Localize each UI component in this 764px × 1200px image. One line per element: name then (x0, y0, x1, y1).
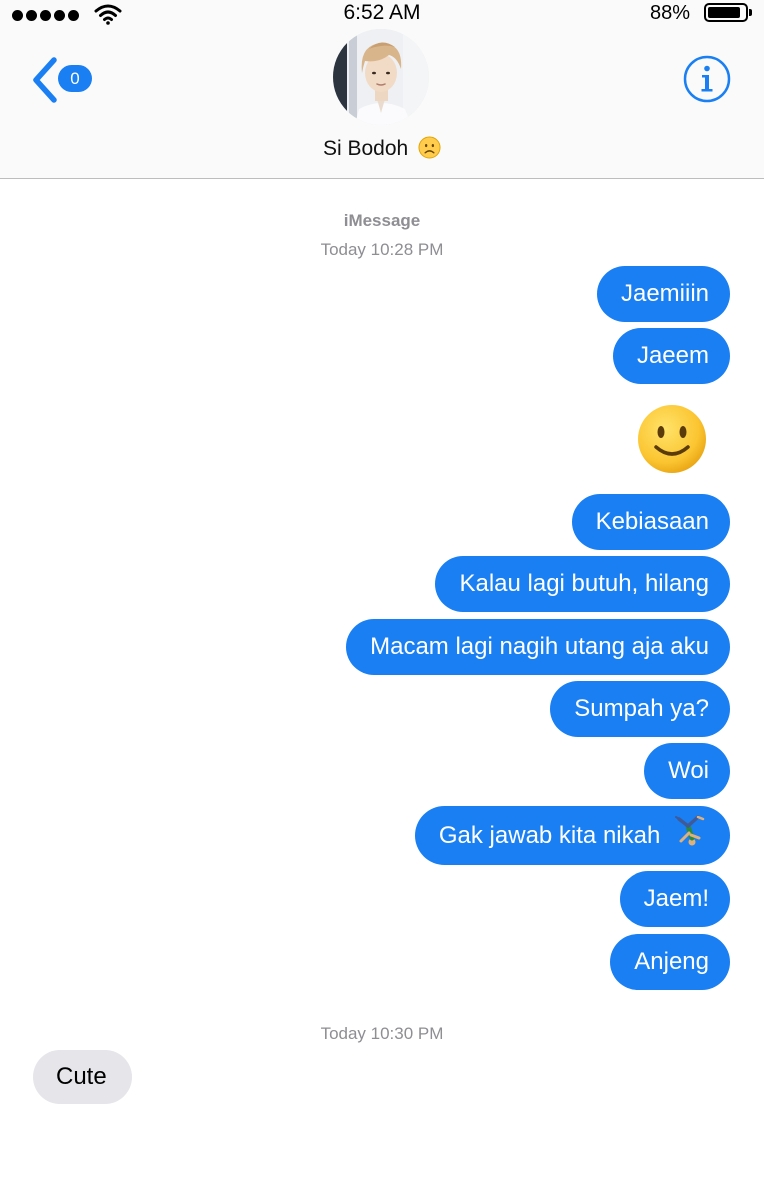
back-button[interactable]: 0 (28, 56, 98, 104)
sent-message-bubble[interactable]: Macam lagi nagih utang aja aku (346, 619, 730, 675)
conversation-header: 6:52 AM 88% 0 Si Bodoh (0, 0, 764, 179)
sent-message-bubble[interactable]: Kalau lagi butuh, hilang (435, 556, 730, 612)
contact-name[interactable]: Si Bodoh (0, 136, 764, 165)
sent-message-bubble[interactable]: Kebiasaan (571, 494, 730, 550)
chevron-left-icon (33, 57, 57, 103)
battery-icon (704, 3, 752, 22)
sent-message-bubble[interactable]: Woi (644, 743, 730, 799)
sent-message-bubble[interactable]: Jaeem (612, 328, 730, 384)
service-label: iMessage (343, 211, 421, 230)
received-message-bubble[interactable]: Cute (33, 1050, 132, 1104)
contact-name-label: Si Bodoh (322, 137, 409, 160)
sent-message-bubble[interactable]: Gak jawab kita nikah (414, 806, 730, 865)
info-button[interactable] (683, 55, 731, 103)
sent-message-bubble[interactable]: Sumpah ya? (550, 681, 730, 737)
slightly-smiling-face-icon[interactable] (636, 403, 708, 475)
frowning-face-icon (418, 136, 441, 165)
info-icon (683, 55, 731, 103)
status-bar: 6:52 AM 88% (0, 0, 764, 28)
battery-percentage: 88% (649, 2, 690, 24)
sent-message-bubble[interactable]: Anjeng (610, 934, 730, 990)
sent-message-bubble[interactable]: Jaemiiin (596, 266, 730, 322)
message-timestamp: Today 10:30 PM (320, 1024, 444, 1043)
message-timestamp: Today 10:28 PM (320, 240, 444, 259)
person-cartwheeling-icon (671, 813, 709, 873)
unread-count-badge: 0 (58, 65, 92, 92)
contact-avatar[interactable] (333, 29, 429, 125)
message-text: Gak jawab kita nikah (438, 822, 661, 849)
sent-message-bubble[interactable]: Jaem! (619, 871, 730, 927)
